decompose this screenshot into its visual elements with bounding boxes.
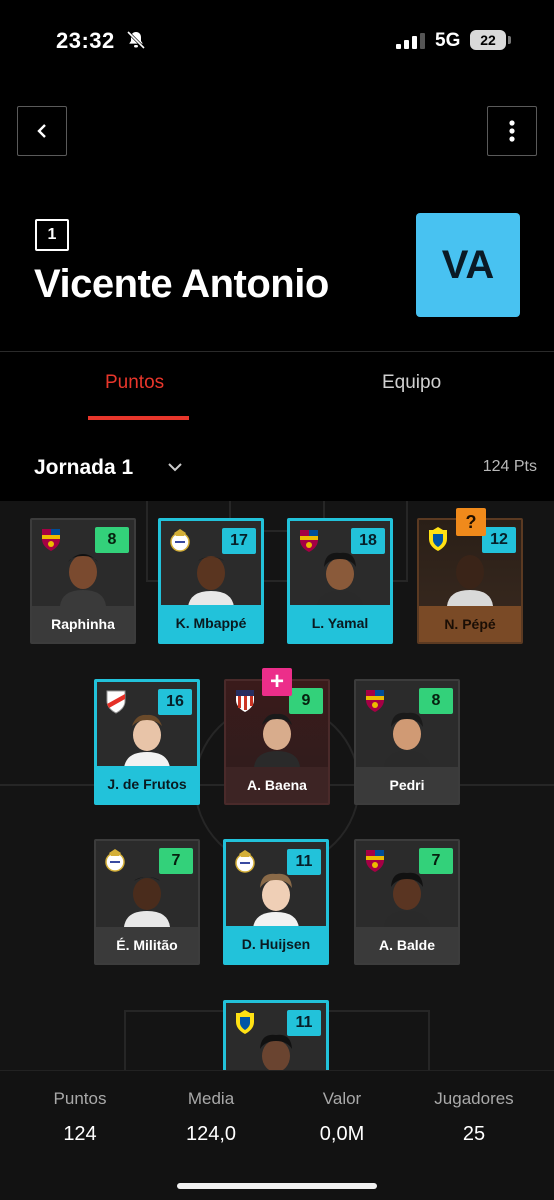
player-points: 8	[95, 527, 129, 553]
status-time: 23:32	[56, 28, 115, 53]
doubtful-badge: ?	[456, 508, 486, 536]
jornada-selector[interactable]: Jornada 1	[34, 456, 133, 480]
player-photo	[247, 1031, 305, 1070]
player-photo	[248, 709, 306, 767]
more-options-button[interactable]	[487, 106, 537, 156]
signal-icon	[396, 33, 425, 49]
player-name: N. Pépé	[419, 606, 521, 642]
stat-value: 0,0M	[319, 1123, 365, 1145]
player-photo	[182, 549, 240, 607]
player-name: D. Huijsen	[226, 926, 326, 962]
real-madrid-crest-icon	[102, 847, 128, 873]
stat-label: Puntos	[53, 1089, 107, 1108]
player-name: A. Balde	[356, 927, 458, 963]
villarreal-crest-icon	[232, 1009, 258, 1035]
villarreal-crest-icon	[425, 526, 451, 552]
player-points: 7	[159, 848, 193, 874]
player-photo	[118, 869, 176, 927]
player-card-yamal[interactable]: 18 L. Yamal	[287, 518, 393, 644]
battery-indicator: 22	[470, 30, 511, 50]
barcelona-crest-icon	[362, 847, 388, 873]
stats-bar: Puntos 124 Media 124,0 Valor 0,0M Jugado…	[0, 1070, 554, 1200]
player-name: L. Yamal	[290, 605, 390, 641]
player-card-goalkeeper[interactable]: 11	[223, 1000, 329, 1070]
home-indicator[interactable]	[177, 1183, 377, 1189]
player-photo	[441, 548, 499, 606]
player-photo	[378, 709, 436, 767]
player-points: 11	[287, 849, 321, 875]
player-points: 12	[482, 527, 516, 553]
barcelona-crest-icon	[38, 526, 64, 552]
player-name: Pedri	[356, 767, 458, 803]
tab-equipo[interactable]: Equipo	[382, 372, 441, 394]
player-photo	[311, 549, 369, 607]
plus-badge: +	[262, 668, 292, 696]
player-card-raphinha[interactable]: 8 Raphinha	[30, 518, 136, 644]
stat-valor: Valor 0,0M	[273, 1089, 411, 1146]
stat-value: 25	[462, 1123, 486, 1145]
pitch: 8 Raphinha 17 K. Mbappé 18 L. Yamal 12 N…	[0, 501, 554, 1070]
player-card-militao[interactable]: 7 É. Militão	[94, 839, 200, 965]
bell-muted-icon	[126, 30, 146, 50]
stat-value: 124,0	[185, 1123, 237, 1145]
stat-media: Media 124,0	[142, 1089, 280, 1146]
player-points: 11	[287, 1010, 321, 1036]
avatar: VA	[416, 213, 520, 317]
stat-value: 124	[63, 1123, 97, 1145]
player-points: 8	[419, 688, 453, 714]
barcelona-crest-icon	[362, 687, 388, 713]
player-points: 16	[158, 689, 192, 715]
network-type: 5G	[435, 30, 461, 51]
chevron-left-icon	[37, 124, 46, 138]
stat-puntos: Puntos 124	[11, 1089, 149, 1146]
player-name: É. Militão	[96, 927, 198, 963]
stat-label: Media	[187, 1089, 235, 1108]
player-points: 17	[222, 528, 256, 554]
player-name: J. de Frutos	[97, 766, 197, 802]
player-card-baena[interactable]: 9 A. Baena	[224, 679, 330, 805]
player-card-de-frutos[interactable]: 16 J. de Frutos	[94, 679, 200, 805]
player-photo	[247, 870, 305, 928]
status-bar: 23:32 5G 22	[0, 0, 554, 80]
player-points: 18	[351, 528, 385, 554]
back-button[interactable]	[17, 106, 67, 156]
atletico-madrid-crest-icon	[232, 687, 258, 713]
player-card-balde[interactable]: 7 A. Balde	[354, 839, 460, 965]
active-tab-indicator	[88, 416, 189, 420]
player-name: A. Baena	[226, 767, 328, 803]
barcelona-crest-icon	[296, 527, 322, 553]
real-madrid-crest-icon	[232, 848, 258, 874]
jornada-total-points: 124 Pts	[482, 458, 537, 475]
player-photo	[54, 548, 112, 606]
player-card-mbappe[interactable]: 17 K. Mbappé	[158, 518, 264, 644]
player-photo	[378, 869, 436, 927]
stat-label: Jugadores	[434, 1089, 514, 1108]
rayo-vallecano-crest-icon	[103, 688, 129, 714]
stat-jugadores: Jugadores 25	[405, 1089, 543, 1146]
player-name: K. Mbappé	[161, 605, 261, 641]
rank-badge: 1	[35, 219, 69, 251]
more-vertical-icon	[509, 120, 515, 142]
player-points: 7	[419, 848, 453, 874]
chevron-down-icon[interactable]	[166, 460, 184, 474]
player-points: 9	[289, 688, 323, 714]
player-name: Raphinha	[32, 606, 134, 642]
player-card-pepe[interactable]: 12 N. Pépé	[417, 518, 523, 644]
stat-label: Valor	[322, 1089, 362, 1108]
manager-name: Vicente Antonio	[34, 262, 329, 306]
player-card-huijsen[interactable]: 11 D. Huijsen	[223, 839, 329, 965]
player-card-pedri[interactable]: 8 Pedri	[354, 679, 460, 805]
real-madrid-crest-icon	[167, 527, 193, 553]
tab-puntos[interactable]: Puntos	[105, 372, 164, 394]
divider	[0, 351, 554, 352]
player-photo	[118, 710, 176, 768]
